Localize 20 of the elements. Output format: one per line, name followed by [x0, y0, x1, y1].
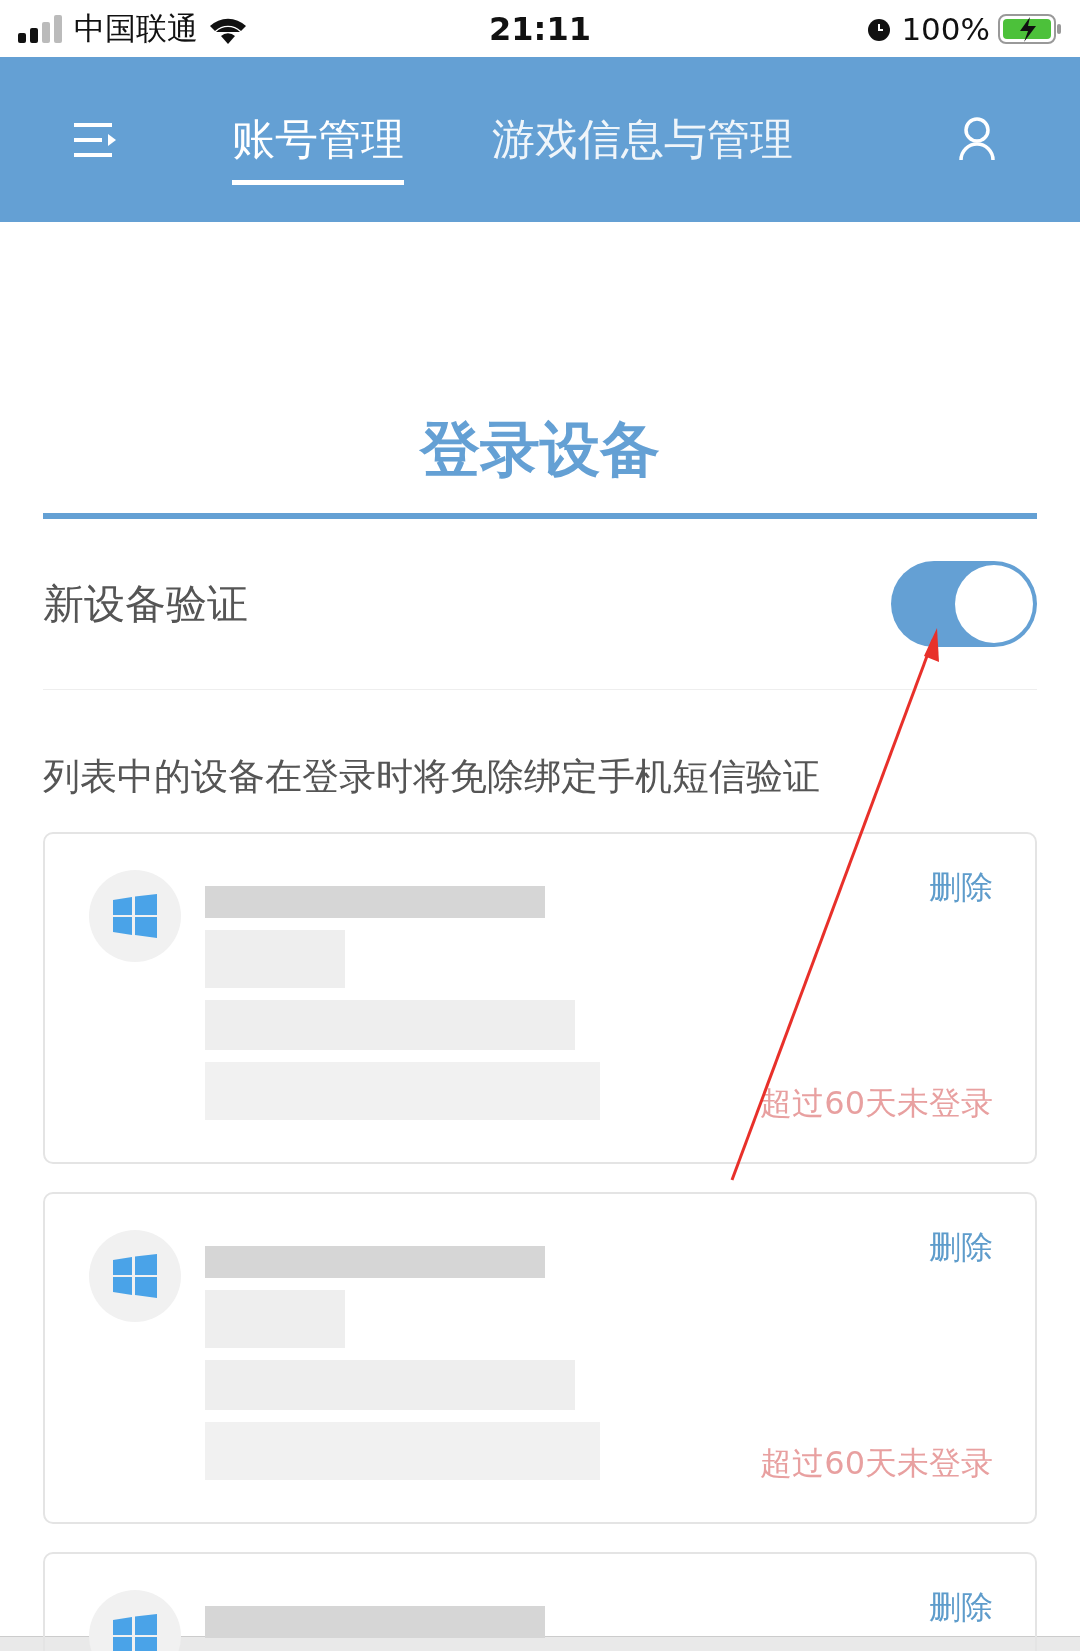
carrier-name: 中国联通 — [74, 8, 198, 48]
battery-charging-icon — [998, 13, 1062, 44]
nav-tab[interactable]: 游戏信息与管理 — [492, 57, 793, 222]
windows-icon — [113, 1614, 157, 1651]
delete-link[interactable]: 删除 — [929, 870, 993, 906]
hint-text: 列表中的设备在登录时将免除绑定手机短信验证 — [43, 754, 821, 800]
section-title: 登录设备 — [418, 413, 661, 486]
menu-icon[interactable] — [74, 121, 118, 158]
signal-icon — [18, 14, 64, 43]
delete-link[interactable]: 删除 — [929, 1590, 993, 1626]
delete-link[interactable]: 删除 — [929, 1230, 993, 1266]
inactive-status: 超过60天未登录 — [760, 1443, 993, 1484]
inactive-status: 超过60天未登录 — [760, 1083, 993, 1124]
setting-label: 新设备验证 — [43, 578, 248, 630]
windows-icon — [113, 894, 157, 938]
clock-time: 21:11 — [489, 9, 591, 48]
nav-tab[interactable]: 账号管理 — [232, 57, 404, 222]
windows-icon — [113, 1254, 157, 1298]
user-icon[interactable] — [959, 117, 995, 161]
battery-percent: 100% — [901, 10, 990, 47]
